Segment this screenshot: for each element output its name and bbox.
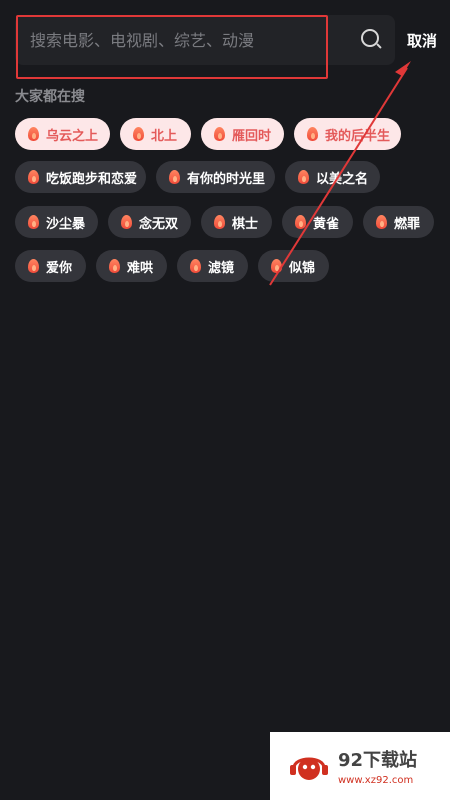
watermark: 92下载站 www.xz92.com: [270, 732, 450, 800]
site-logo-icon: [290, 757, 328, 780]
watermark-url: www.xz92.com: [338, 775, 414, 786]
annotation-arrow-icon: [269, 61, 411, 286]
watermark-title: 92下载站: [338, 750, 418, 771]
